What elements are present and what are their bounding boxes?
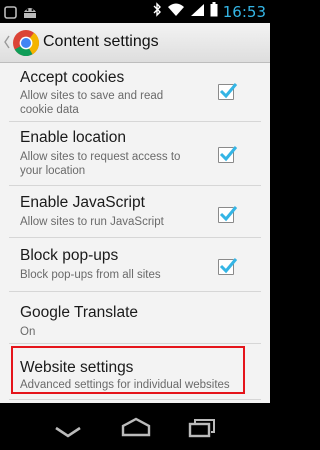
enable-javascript-checkbox[interactable] — [218, 206, 238, 223]
back-icon[interactable] — [54, 423, 82, 442]
setting-summary: cookie data — [20, 104, 79, 116]
setting-enable-javascript[interactable]: Enable JavaScript Allow sites to run Jav… — [0, 187, 270, 235]
bluetooth-icon — [153, 2, 162, 21]
divider — [9, 121, 261, 122]
divider — [9, 291, 261, 292]
enable-location-checkbox[interactable] — [218, 146, 238, 163]
setting-title: Enable location — [20, 129, 126, 146]
action-bar: Content settings — [0, 23, 270, 63]
setting-summary: Block pop-ups from all sites — [20, 269, 161, 281]
divider — [9, 343, 261, 344]
up-navigation-icon[interactable] — [3, 34, 11, 54]
setting-summary: your location — [20, 165, 86, 177]
divider — [9, 185, 261, 186]
block-popups-checkbox[interactable] — [218, 258, 238, 275]
setting-summary: On — [20, 326, 36, 338]
wifi-icon — [167, 2, 185, 21]
home-icon[interactable] — [120, 417, 152, 441]
status-time: 16:53 — [222, 2, 266, 21]
accept-cookies-checkbox[interactable] — [218, 83, 238, 100]
setting-title: Accept cookies — [20, 69, 125, 86]
divider — [9, 237, 261, 238]
setting-google-translate[interactable]: Google Translate On — [0, 293, 270, 341]
status-indicators: 16:53 — [153, 2, 266, 21]
setting-summary: Allow sites to request access to — [20, 151, 181, 163]
setting-block-popups[interactable]: Block pop-ups Block pop-ups from all sit… — [0, 239, 270, 287]
signal-icon — [190, 2, 205, 21]
setting-title: Google Translate — [20, 304, 139, 321]
notification-square-icon — [4, 4, 17, 23]
battery-icon — [210, 2, 218, 21]
status-bar: 16:53 — [0, 0, 270, 23]
setting-accept-cookies[interactable]: Accept cookies Allow sites to save and r… — [0, 63, 270, 119]
setting-enable-location[interactable]: Enable location Allow sites to request a… — [0, 123, 270, 181]
highlight-box — [11, 346, 245, 394]
chrome-logo-icon[interactable] — [12, 29, 40, 61]
page-title: Content settings — [43, 33, 159, 50]
divider — [9, 399, 261, 400]
recent-apps-icon[interactable] — [188, 418, 216, 442]
setting-title: Block pop-ups — [20, 247, 119, 264]
setting-summary: Allow sites to run JavaScript — [20, 216, 164, 228]
android-robot-icon — [22, 4, 38, 23]
settings-list: Accept cookies Allow sites to save and r… — [0, 63, 270, 403]
setting-summary: Allow sites to save and read — [20, 90, 164, 102]
navigation-bar — [0, 403, 270, 450]
status-notifications — [4, 4, 38, 23]
setting-title: Enable JavaScript — [20, 194, 145, 211]
